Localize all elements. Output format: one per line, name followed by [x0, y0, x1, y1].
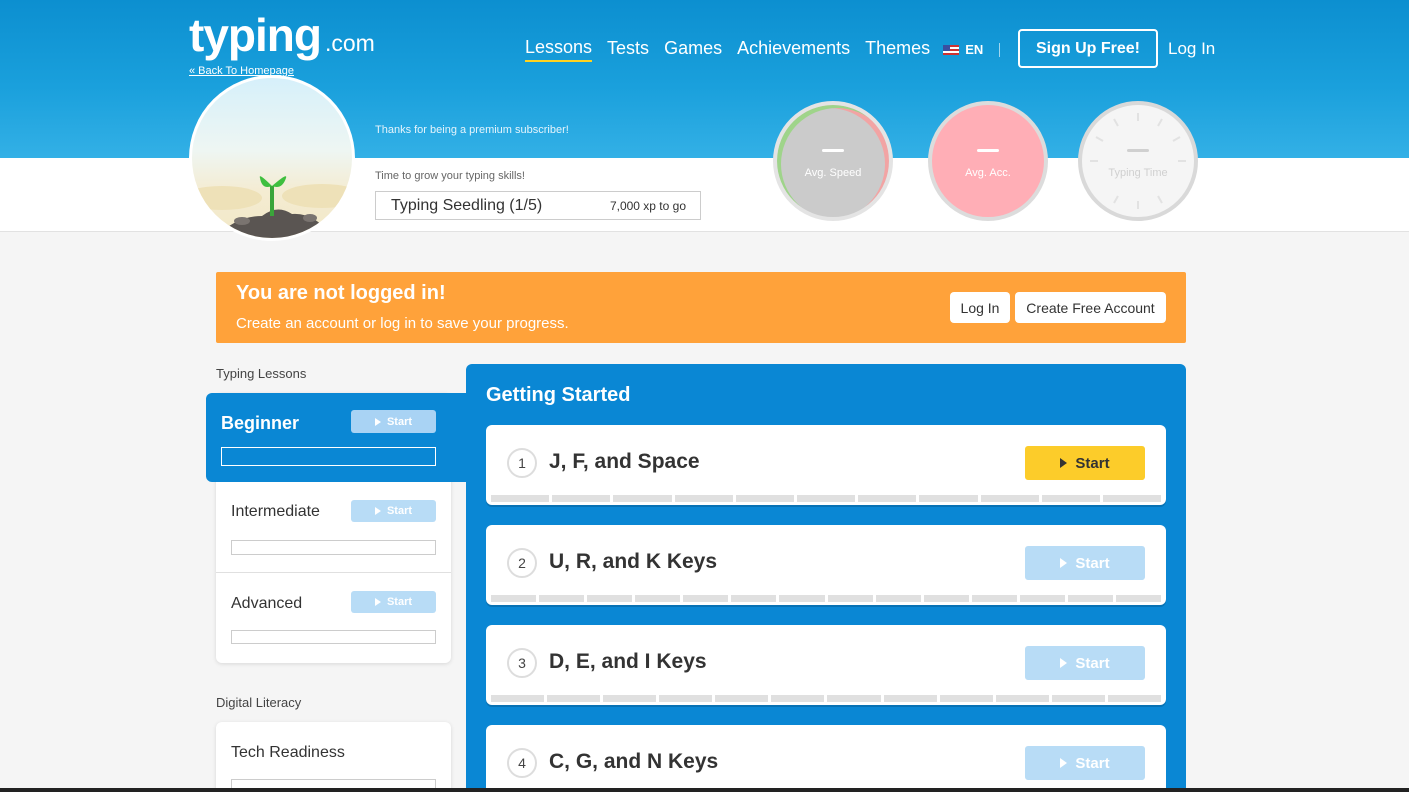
lesson-name: D, E, and I Keys [549, 650, 707, 673]
start-label: Start [1075, 454, 1110, 472]
window-bottom-edge [0, 788, 1409, 792]
nav-tests[interactable]: Tests [607, 38, 649, 61]
avg-speed-gauge: — Avg. Speed [773, 101, 893, 221]
create-free-account-button[interactable]: Create Free Account [1015, 292, 1166, 323]
start-label: Start [1075, 654, 1110, 672]
level-name: Tech Readiness [231, 744, 345, 761]
digital-literacy-card: Tech Readiness [216, 722, 451, 792]
lessons-panel: Getting Started 1 J, F, and Space Start … [466, 364, 1186, 792]
lesson-progress-segments [491, 595, 1162, 602]
level-name: Beginner [221, 413, 300, 433]
unit-title: Getting Started [486, 384, 631, 406]
lesson-number: 2 [507, 548, 537, 578]
clock-ticks-icon [1090, 113, 1186, 209]
not-logged-in-banner: You are not logged in! Create an account… [216, 272, 1186, 343]
start-label: Start [386, 596, 413, 608]
play-icon [374, 507, 381, 515]
lesson-number: 1 [507, 448, 537, 478]
sign-up-button[interactable]: Sign Up Free! [1018, 29, 1158, 68]
nav-divider [999, 42, 1001, 57]
banner-subtitle: Create an account or log in to save your… [236, 315, 569, 332]
avg-accuracy-label: Avg. Acc. [965, 167, 1011, 179]
level-beginner[interactable]: Beginner Start [206, 393, 468, 482]
avg-speed-label: Avg. Speed [804, 167, 862, 179]
level-tech-readiness[interactable]: Tech Readiness [216, 722, 451, 792]
start-label: Start [386, 505, 413, 517]
nav-achievements[interactable]: Achievements [737, 38, 850, 61]
lesson-card[interactable]: 3 D, E, and I Keys Start [486, 625, 1166, 705]
logo-main: typing [189, 9, 322, 61]
main-nav: Lessons Tests Games Achievements Themes … [525, 37, 1001, 62]
grow-skills-text: Time to grow your typing skills! [375, 170, 525, 182]
play-icon [1060, 658, 1068, 668]
lesson-card[interactable]: 2 U, R, and K Keys Start [486, 525, 1166, 605]
lesson-card[interactable]: 4 C, G, and N Keys Start [486, 725, 1166, 792]
level-intermediate[interactable]: Intermediate Start [216, 483, 451, 573]
lesson-progress-segments [491, 495, 1162, 502]
advanced-start-button[interactable]: Start [351, 591, 436, 613]
level-name: Advanced [231, 595, 303, 612]
level-name: Typing Seedling (1/5) [391, 196, 543, 214]
play-icon [1060, 458, 1068, 468]
level-progress-bar [231, 630, 436, 644]
premium-thanks-text: Thanks for being a premium subscriber! [375, 124, 569, 136]
banner-login-button[interactable]: Log In [950, 292, 1010, 323]
header-login-link[interactable]: Log In [1168, 39, 1215, 59]
play-icon [374, 598, 381, 606]
start-label: Start [1075, 554, 1110, 572]
lesson-start-button[interactable]: Start [1025, 546, 1145, 580]
digital-literacy-heading: Digital Literacy [216, 695, 302, 710]
typing-lessons-heading: Typing Lessons [216, 366, 307, 381]
start-label: Start [1075, 754, 1110, 772]
language-code: EN [965, 42, 984, 57]
lesson-start-button[interactable]: Start [1025, 646, 1145, 680]
xp-to-go: 7,000 xp to go [609, 198, 686, 213]
seedling-icon [192, 176, 352, 238]
lesson-start-button[interactable]: Start [1025, 746, 1145, 780]
lesson-name: C, G, and N Keys [549, 750, 719, 773]
nav-themes[interactable]: Themes [865, 38, 930, 61]
nav-games[interactable]: Games [664, 38, 722, 61]
us-flag-icon [943, 44, 960, 55]
avg-accuracy-gauge: — Avg. Acc. [928, 101, 1048, 221]
lesson-name: U, R, and K Keys [549, 550, 718, 573]
level-progress-bar [231, 540, 436, 555]
beginner-start-button[interactable]: Start [351, 410, 436, 433]
nav-lessons[interactable]: Lessons [525, 37, 593, 62]
play-icon [1060, 758, 1068, 768]
level-advanced[interactable]: Advanced Start [216, 573, 451, 663]
lesson-start-button[interactable]: Start [1025, 446, 1145, 480]
language-selector[interactable]: EN [943, 42, 983, 57]
lesson-number: 4 [507, 748, 537, 778]
lesson-progress-segments [491, 695, 1161, 702]
lesson-number: 3 [507, 648, 537, 678]
lesson-card[interactable]: 1 J, F, and Space Start [486, 425, 1166, 505]
play-icon [1060, 558, 1068, 568]
banner-title: You are not logged in! [236, 282, 446, 304]
level-progress-box: Typing Seedling (1/5) 7,000 xp to go [375, 191, 701, 220]
lesson-name: J, F, and Space [549, 450, 700, 473]
start-label: Start [386, 415, 413, 428]
avg-accuracy-value: — [977, 149, 999, 152]
logo-suffix: .com [324, 30, 375, 56]
avg-speed-value: — [822, 149, 844, 152]
typing-time-gauge: — Typing Time [1078, 101, 1198, 221]
play-icon [374, 417, 381, 426]
typing-logo[interactable]: typing .com [189, 8, 375, 62]
intermediate-start-button[interactable]: Start [351, 500, 436, 522]
avatar [189, 75, 355, 241]
level-progress-bar [221, 447, 436, 466]
level-name: Intermediate [231, 503, 320, 520]
